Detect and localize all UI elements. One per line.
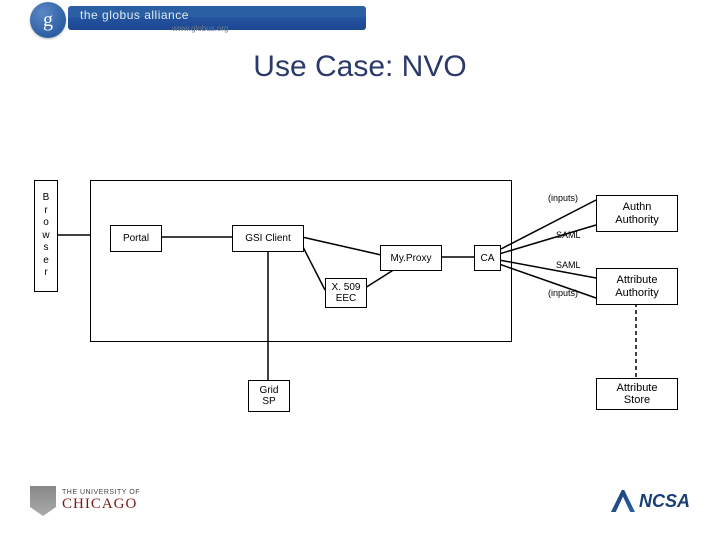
authn-authority-box: Authn Authority xyxy=(596,195,678,232)
myproxy-box: My.Proxy xyxy=(380,245,442,271)
label-saml-top: SAML xyxy=(556,230,581,240)
gsi-client-box: GSI Client xyxy=(232,225,304,252)
uchicago-text: CHICAGO xyxy=(62,496,140,513)
attribute-authority-box: Attribute Authority xyxy=(596,268,678,305)
label-inputs-top: (inputs) xyxy=(548,193,578,203)
ca-box: CA xyxy=(474,245,501,271)
uchicago-top-text: THE UNIVERSITY OF xyxy=(62,489,140,496)
uchicago-crest-icon xyxy=(30,486,56,516)
ncsa-mark-icon xyxy=(611,490,635,512)
diagram-stage: Browser Portal GSI Client My.Proxy X. 50… xyxy=(0,0,720,540)
browser-box: Browser xyxy=(34,180,58,292)
x509-eec-box: X. 509 EEC xyxy=(325,278,367,308)
label-saml-bottom: SAML xyxy=(556,260,581,270)
grid-sp-box: Grid SP xyxy=(248,380,290,412)
attribute-store-box: Attribute Store xyxy=(596,378,678,410)
portal-box: Portal xyxy=(110,225,162,252)
ncsa-text: NCSA xyxy=(639,491,690,512)
footer: THE UNIVERSITY OF CHICAGO NCSA xyxy=(0,480,720,530)
uchicago-logo: THE UNIVERSITY OF CHICAGO xyxy=(30,486,140,516)
container-frame xyxy=(90,180,512,342)
ncsa-logo: NCSA xyxy=(611,490,690,512)
label-inputs-bottom: (inputs) xyxy=(548,288,578,298)
